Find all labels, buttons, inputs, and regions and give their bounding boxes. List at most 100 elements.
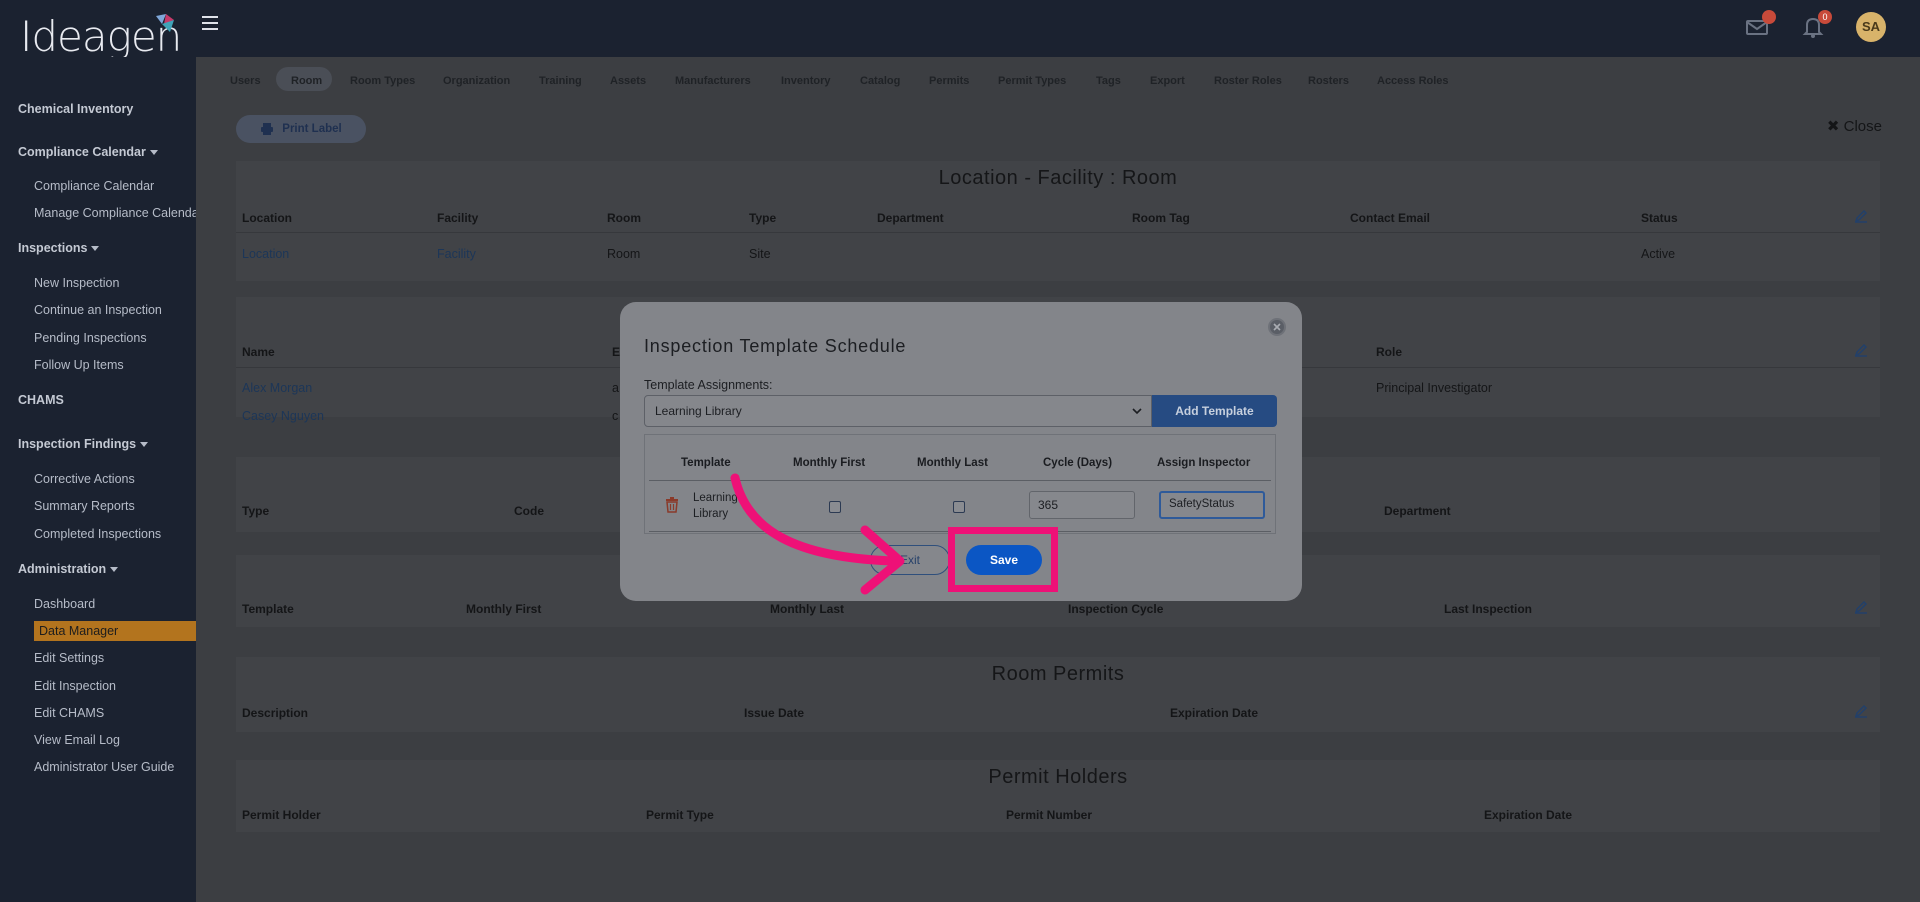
facility-link[interactable]: Facility [437, 247, 476, 261]
tab-room[interactable]: Room [291, 75, 322, 87]
location-panel-title: Location - Facility : Room [938, 167, 1178, 189]
close-button[interactable]: ✖ Close [1827, 117, 1882, 135]
modal-title: Inspection Template Schedule [644, 336, 907, 356]
user-avatar[interactable]: SA [1856, 12, 1886, 42]
tab-training[interactable]: Training [539, 75, 582, 87]
template-select[interactable]: Learning Library [644, 395, 1152, 427]
logo-mark-icon [156, 14, 174, 32]
sidebar-item-admin-user-guide[interactable]: Administrator User Guide [34, 760, 174, 774]
tab-manufacturers[interactable]: Manufacturers [675, 75, 751, 87]
location-link[interactable]: Location [242, 247, 289, 261]
print-label-button[interactable]: Print Label [236, 115, 366, 143]
tab-access-roles[interactable]: Access Roles [1377, 75, 1449, 87]
header-description: Description [242, 706, 309, 720]
notification-badge: 0 [1818, 10, 1832, 24]
person-email: a [612, 381, 619, 395]
tab-rosters[interactable]: Rosters [1308, 75, 1349, 87]
assign-inspector-select[interactable]: SafetyStatus [1159, 491, 1265, 519]
sidebar-item-dashboard[interactable]: Dashboard [34, 597, 95, 611]
header-last-inspection: Last Inspection [1444, 602, 1533, 616]
person-name-link[interactable]: Casey Nguyen [242, 409, 324, 423]
header-expiration-date: Expiration Date [1170, 706, 1259, 720]
sidebar-section-administration[interactable]: Administration [18, 562, 119, 576]
col-monthly-first: Monthly First [793, 457, 866, 469]
sidebar-item-follow-up-items[interactable]: Follow Up Items [34, 358, 124, 372]
add-template-button[interactable]: Add Template [1152, 395, 1277, 427]
tab-assets[interactable]: Assets [610, 75, 646, 87]
sidebar-item-completed-inspections[interactable]: Completed Inspections [34, 527, 161, 541]
room-permits-title: Room Permits [991, 663, 1125, 685]
sidebar-item-corrective-actions[interactable]: Corrective Actions [34, 472, 135, 486]
sidebar-item-continue-inspection[interactable]: Continue an Inspection [34, 303, 162, 317]
sidebar-item-new-inspection[interactable]: New Inspection [34, 276, 119, 290]
sidebar-section-inspection-findings[interactable]: Inspection Findings [18, 437, 149, 451]
sidebar-item-edit-inspection[interactable]: Edit Inspection [34, 679, 116, 693]
edit-pencil-icon[interactable] [1854, 209, 1868, 223]
tab-tags[interactable]: Tags [1096, 75, 1121, 87]
print-label-text: Print Label [282, 123, 342, 135]
header-room-tag: Room Tag [1132, 211, 1190, 225]
tab-permits[interactable]: Permits [929, 75, 969, 87]
sidebar-item-compliance-calendar[interactable]: Compliance Calendar [34, 179, 154, 193]
header-holder-expiration-date: Expiration Date [1484, 808, 1573, 822]
inspector-select-value: SafetyStatus [1169, 498, 1235, 510]
person-role: Principal Investigator [1376, 381, 1493, 395]
sidebar-item-view-email-log[interactable]: View Email Log [34, 733, 120, 747]
modal-close-icon[interactable] [1268, 318, 1286, 336]
hamburger-menu-icon[interactable] [202, 16, 218, 30]
tab-export[interactable]: Export [1150, 75, 1185, 87]
edit-pencil-icon[interactable] [1854, 704, 1868, 718]
header-monthly-first: Monthly First [466, 602, 542, 616]
tab-organization[interactable]: Organization [443, 75, 510, 87]
header-department: Department [1384, 504, 1451, 518]
header-template: Template [242, 602, 294, 616]
tab-roster-roles[interactable]: Roster Roles [1214, 75, 1282, 87]
location-panel: Location - Facility : Room Location Faci… [236, 161, 1880, 281]
header-e: E [612, 345, 621, 359]
sidebar-section-label: Inspections [18, 241, 88, 255]
header-type: Type [242, 504, 270, 518]
sidebar-section-label: Compliance Calendar [18, 145, 146, 159]
sidebar-item-data-manager[interactable]: Data Manager [34, 621, 196, 641]
sidebar-item-chemical-inventory[interactable]: Chemical Inventory [18, 102, 133, 116]
sidebar-section-compliance-calendar[interactable]: Compliance Calendar [18, 145, 158, 159]
sidebar-item-chams[interactable]: CHAMS [18, 393, 64, 407]
header-status: Status [1641, 211, 1678, 225]
template-select-value: Learning Library [655, 404, 742, 418]
pointer-arrow-icon [730, 473, 905, 595]
cycle-days-input[interactable]: 365 [1029, 491, 1135, 519]
tab-inventory[interactable]: Inventory [781, 75, 831, 87]
header-code: Code [514, 504, 544, 518]
col-cycle-days: Cycle (Days) [1043, 457, 1113, 469]
caret-down-icon [149, 150, 158, 156]
sidebar: Chemical Inventory Compliance Calendar C… [0, 57, 203, 902]
caret-down-icon [91, 246, 100, 252]
permit-holders-panel: Permit Holders Permit Holder Permit Type… [236, 760, 1880, 832]
caret-down-icon [140, 442, 149, 448]
header-location: Location [242, 211, 292, 225]
sidebar-section-label: Inspection Findings [18, 437, 137, 451]
sidebar-item-summary-reports[interactable]: Summary Reports [34, 499, 135, 513]
bell-icon[interactable]: 0 [1800, 10, 1832, 40]
edit-pencil-icon[interactable] [1854, 343, 1868, 357]
mail-icon[interactable] [1744, 10, 1776, 40]
room-value: Room [607, 247, 641, 261]
trash-icon[interactable] [665, 497, 679, 513]
header-role: Role [1376, 345, 1403, 359]
tab-permit-types[interactable]: Permit Types [998, 75, 1066, 87]
sidebar-item-pending-inspections[interactable]: Pending Inspections [34, 331, 147, 345]
tab-users[interactable]: Users [230, 75, 261, 87]
close-x-icon: ✖ [1826, 118, 1840, 135]
person-name-link[interactable]: Alex Morgan [242, 381, 312, 395]
edit-pencil-icon[interactable] [1854, 600, 1868, 614]
sidebar-item-edit-settings[interactable]: Edit Settings [34, 651, 104, 665]
sidebar-item-edit-chams[interactable]: Edit CHAMS [34, 706, 104, 720]
tab-room-types[interactable]: Room Types [350, 75, 415, 87]
mail-badge [1762, 10, 1776, 24]
template-assignments-label: Template Assignments: [644, 378, 773, 392]
sidebar-section-inspections[interactable]: Inspections [18, 241, 100, 255]
header-inspection-cycle: Inspection Cycle [1068, 602, 1164, 616]
tab-catalog[interactable]: Catalog [860, 75, 900, 87]
sidebar-item-manage-compliance-calendar[interactable]: Manage Compliance Calendar [34, 206, 203, 220]
close-label: Close [1843, 118, 1882, 135]
